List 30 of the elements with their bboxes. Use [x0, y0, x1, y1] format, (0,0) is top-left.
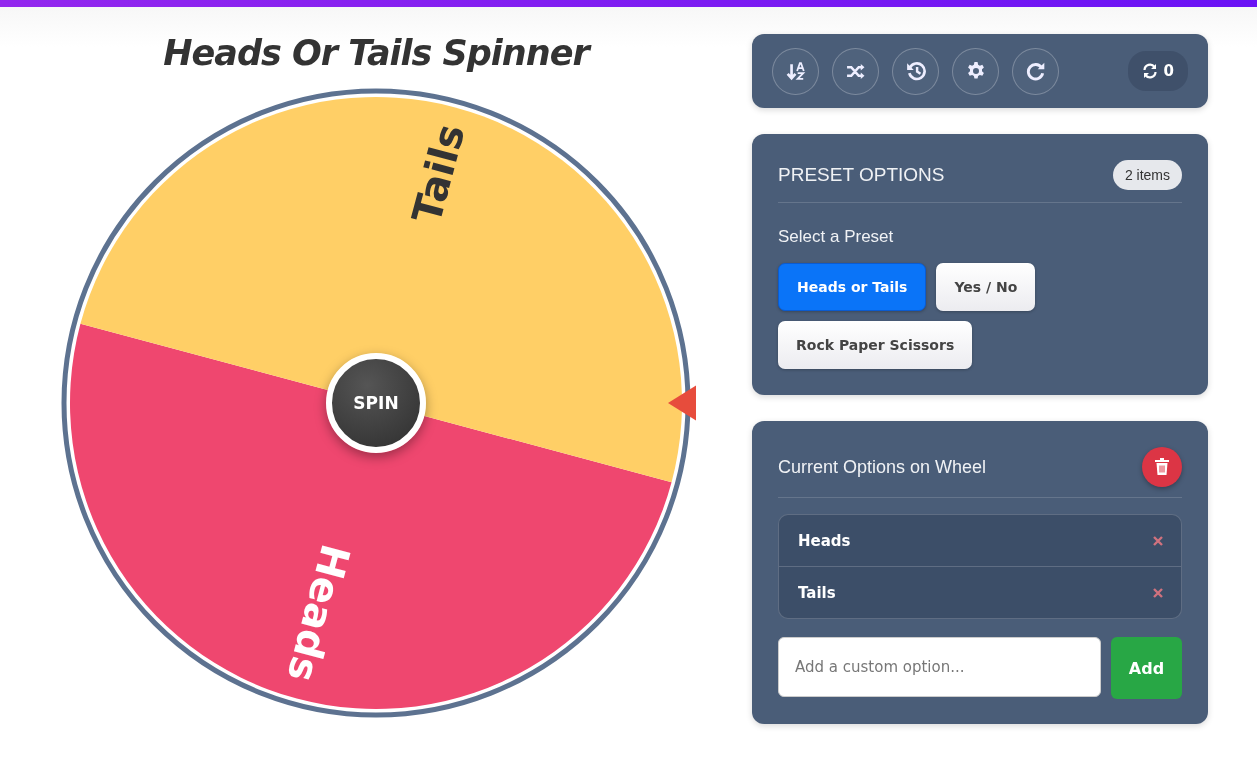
- sort-icon: [785, 61, 806, 81]
- clear-button[interactable]: [1142, 447, 1182, 487]
- card-title: Current Options on Wheel: [778, 456, 987, 478]
- trash-icon: [1154, 458, 1170, 476]
- close-icon: [1153, 587, 1163, 598]
- option-label: Tails: [798, 583, 836, 602]
- settings-icon: [965, 61, 986, 81]
- section-label: Select a Preset: [778, 227, 895, 247]
- history-button[interactable]: [892, 47, 939, 95]
- history-icon: [905, 61, 926, 81]
- redo-icon: [1025, 61, 1046, 81]
- remove-button[interactable]: [1153, 587, 1163, 598]
- settings-button[interactable]: [952, 47, 999, 95]
- pointer-icon: [668, 383, 696, 423]
- close-icon: [1153, 535, 1163, 546]
- segment-label: Tails: [403, 119, 474, 228]
- redo-button[interactable]: [1012, 47, 1059, 95]
- sort-button[interactable]: [772, 47, 819, 95]
- segment-label: Heads: [278, 539, 359, 687]
- remove-button[interactable]: [1153, 535, 1163, 546]
- option-input[interactable]: Add a custom option...: [778, 637, 1101, 697]
- spin-count: 0: [1163, 63, 1174, 79]
- preset-button[interactable]: Yes / No: [936, 263, 1036, 311]
- preset-button[interactable]: Heads or Tails: [778, 263, 927, 311]
- preset-button[interactable]: Rock Paper Scissors: [778, 321, 973, 369]
- shuffle-button[interactable]: [832, 47, 879, 95]
- option-label: Heads: [798, 531, 851, 550]
- sync-icon: [1141, 63, 1158, 79]
- card-title: PRESET OPTIONS: [778, 164, 945, 186]
- item-count: 2 items: [1112, 160, 1182, 190]
